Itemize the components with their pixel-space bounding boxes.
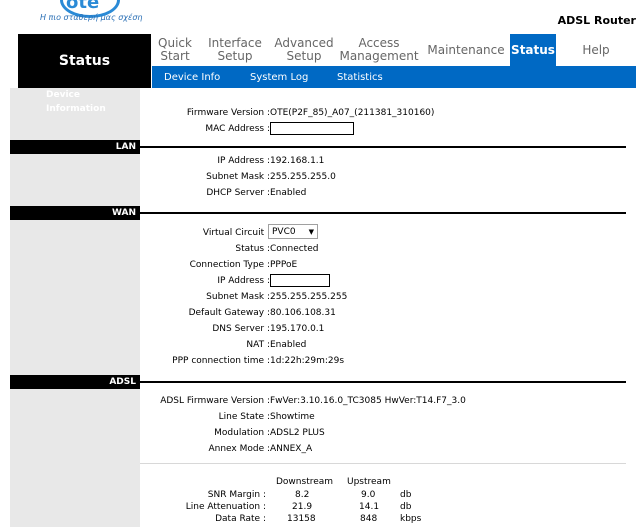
menu-interface-setup[interactable]: Interface Setup [198, 34, 272, 66]
page-title: Status [18, 34, 151, 88]
submenu: Device Info System Log Statistics [152, 66, 636, 88]
firmware-label: Firmware Version : [186, 108, 270, 118]
col-upstream: Upstream [347, 477, 391, 487]
tab-device-info[interactable]: Device Info [164, 72, 220, 83]
menu-maintenance[interactable]: Maintenance [422, 34, 510, 66]
menu-advanced-setup[interactable]: Advanced Setup [272, 34, 336, 66]
lan-dhcp-row: DHCP Server : Enabled [140, 187, 626, 200]
lan-ip-row: IP Address : 192.168.1.1 [140, 155, 626, 168]
wan-ppp-row: PPP connection time : 1d:22h:29m:29s [140, 355, 626, 368]
wan-dns-label: DNS Server : [212, 324, 270, 334]
chevron-down-icon: ▼ [308, 228, 314, 236]
lan-ip-label: IP Address : [217, 156, 270, 166]
adsl-line-label: Line State : [218, 412, 270, 422]
wan-ppp-label: PPP connection time : [172, 356, 270, 366]
adsl-mod-label: Modulation : [214, 428, 270, 438]
wan-nat-value: Enabled [270, 340, 307, 350]
section-adsl: ADSL [10, 375, 140, 389]
adsl-stats-header: Downstream Upstream [140, 476, 626, 489]
wan-dns-row: DNS Server : 195.170.0.1 [140, 323, 626, 336]
wan-mask-row: Subnet Mask : 255.255.255.255 [140, 291, 626, 304]
wan-ip-label: IP Address : [217, 276, 270, 286]
lan-mask-value: 255.255.255.0 [270, 172, 336, 182]
section-wan-line [140, 212, 626, 214]
adsl-mod-row: Modulation : ADSL2 PLUS [140, 427, 626, 440]
wan-conn-value: PPPoE [270, 260, 298, 270]
wan-ip-row: IP Address : [140, 274, 626, 288]
wan-vc-row: Virtual Circuit : PVC0 ▼ [140, 224, 626, 240]
wan-mask-label: Subnet Mask : [206, 292, 270, 302]
mac-address-field[interactable] [270, 122, 354, 135]
main-menu: Quick Start Interface Setup Advanced Setup … [152, 34, 636, 66]
wan-dns-value: 195.170.0.1 [270, 324, 325, 334]
data-rate-row: Data Rate : 13158 848 kbps [140, 513, 626, 526]
brand-tagline: Η πιο σταθερή μας σχέση [40, 13, 143, 22]
data-rate-label: Data Rate : [215, 514, 266, 524]
adsl-fw-row: ADSL Firmware Version : FwVer:3.10.16.0_… [140, 395, 626, 408]
wan-status-row: Status : Connected [140, 243, 626, 256]
menu-help[interactable]: Help [556, 34, 636, 66]
section-lan-line [140, 146, 626, 148]
wan-conn-label: Connection Type : [189, 260, 270, 270]
section-adsl-line [140, 381, 626, 383]
virtual-circuit-select[interactable]: PVC0 ▼ [268, 224, 318, 239]
data-rate-up: 848 [360, 514, 378, 524]
menu-access-management[interactable]: Access Management [336, 34, 422, 66]
lan-ip-value: 192.168.1.1 [270, 156, 325, 166]
lan-mask-label: Subnet Mask : [206, 172, 270, 182]
wan-status-label: Status : [235, 244, 270, 254]
wan-vc-label: Virtual Circuit : [202, 228, 270, 238]
adsl-fw-label: ADSL Firmware Version : [160, 396, 270, 406]
wan-gw-label: Default Gateway : [188, 308, 270, 318]
adsl-line-value: Showtime [270, 412, 315, 422]
data-rate-unit: kbps [400, 514, 422, 524]
product-name: ADSL Router [557, 14, 636, 27]
firmware-value: OTE(P2F_85)_A07_(211381_310160) [270, 108, 435, 118]
menu-quick-start[interactable]: Quick Start [152, 34, 198, 66]
section-wan: WAN [10, 206, 140, 220]
menu-status[interactable]: Status [510, 34, 556, 66]
mac-label: MAC Address : [205, 124, 270, 134]
wan-nat-label: NAT : [246, 340, 270, 350]
adsl-annex-value: ANNEX_A [270, 444, 313, 454]
section-lan: LAN [10, 140, 140, 154]
wan-mask-value: 255.255.255.255 [270, 292, 348, 302]
lan-mask-row: Subnet Mask : 255.255.255.0 [140, 171, 626, 184]
adsl-mod-value: ADSL2 PLUS [270, 428, 325, 438]
data-rate-down: 13158 [287, 514, 316, 524]
adsl-divider [140, 463, 626, 464]
wan-gw-value: 80.106.108.31 [270, 308, 336, 318]
lan-dhcp-label: DHCP Server : [206, 188, 270, 198]
tab-statistics[interactable]: Statistics [337, 72, 383, 83]
wan-nat-row: NAT : Enabled [140, 339, 626, 352]
brand-logo: ote Η πιο σταθερή μας σχέση [0, 0, 160, 34]
adsl-line-row: Line State : Showtime [140, 411, 626, 424]
wan-conn-row: Connection Type : PPPoE [140, 259, 626, 272]
wan-status-value: Connected [270, 244, 319, 254]
virtual-circuit-value: PVC0 [272, 227, 296, 237]
wan-gw-row: Default Gateway : 80.106.108.31 [140, 307, 626, 320]
adsl-annex-label: Annex Mode : [208, 444, 270, 454]
wan-ip-field[interactable] [270, 274, 330, 287]
lan-dhcp-value: Enabled [270, 188, 307, 198]
logo-text: ote [66, 0, 100, 13]
adsl-annex-row: Annex Mode : ANNEX_A [140, 443, 626, 456]
adsl-fw-value: FwVer:3.10.16.0_TC3085 HwVer:T14.F7_3.0 [270, 396, 466, 406]
wan-ppp-value: 1d:22h:29m:29s [270, 356, 345, 366]
tab-system-log[interactable]: System Log [250, 72, 308, 83]
section-device-info: Device Information [46, 90, 106, 114]
mac-row: MAC Address : [140, 122, 626, 136]
firmware-row: Firmware Version : OTE(P2F_85)_A07_(2113… [140, 107, 626, 120]
col-downstream: Downstream [276, 477, 334, 487]
